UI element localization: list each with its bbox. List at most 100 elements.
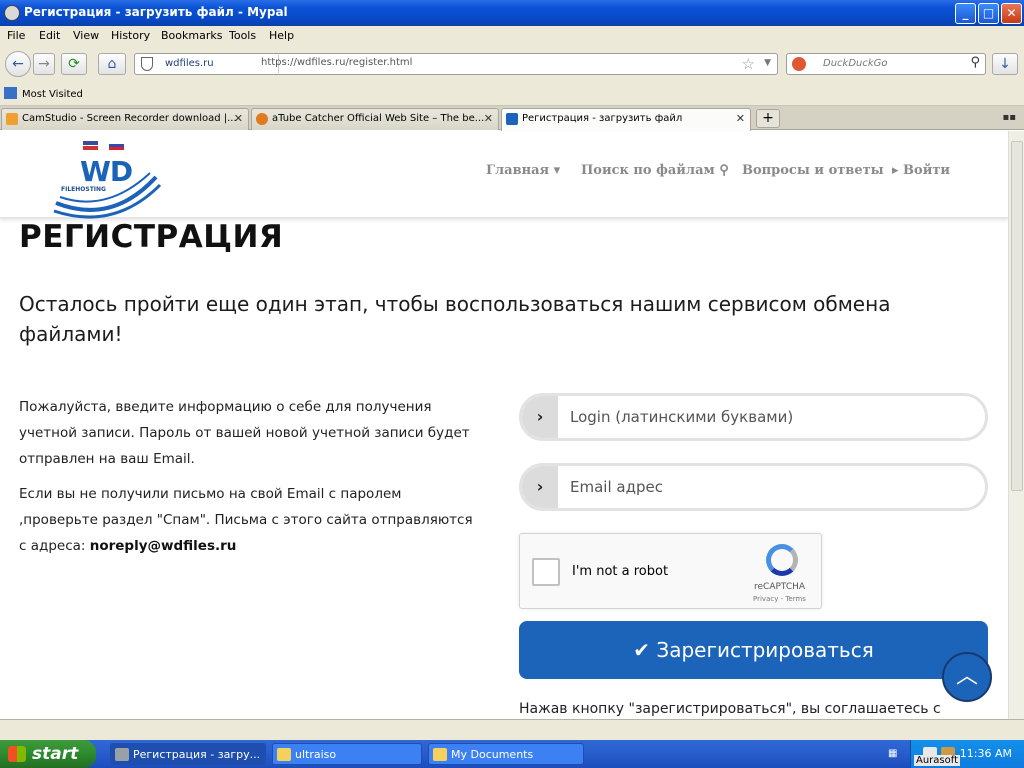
recaptcha-checkbox[interactable] xyxy=(532,558,560,586)
noreply-email: noreply@wdfiles.ru xyxy=(89,538,237,554)
menu-bookmarks[interactable]: Bookmarks xyxy=(161,29,222,42)
bookmarks-toolbar: Most Visited xyxy=(0,82,1024,106)
forward-button[interactable]: → xyxy=(33,53,55,75)
start-button[interactable]: start xyxy=(0,740,96,768)
start-label: start xyxy=(32,744,79,764)
recaptcha-brand: reCAPTCHA xyxy=(754,582,806,592)
scroll-to-top-button[interactable]: ︿ xyxy=(942,652,992,702)
chevron-right-icon: › xyxy=(522,396,558,438)
new-tab-button[interactable]: + xyxy=(756,109,780,128)
menu-file[interactable]: File xyxy=(7,29,25,42)
site-header: WD FILEHOSTING Главная ▾ Поиск по файлам… xyxy=(0,131,1008,219)
reload-button[interactable]: ⟳ xyxy=(61,53,87,75)
logo-subtext: FILEHOSTING xyxy=(61,186,106,193)
status-bar xyxy=(0,719,1024,740)
url-bar[interactable]: wdfiles.ru https://wdfiles.ru/register.h… xyxy=(134,53,778,75)
menu-help[interactable]: Help xyxy=(269,29,294,42)
flag-english-icon[interactable] xyxy=(83,141,98,150)
scrollbar-thumb[interactable] xyxy=(1011,141,1023,491)
page-subtitle: Осталось пройти еще один этап, чтобы вос… xyxy=(19,292,891,346)
tab-close-icon[interactable]: ✕ xyxy=(484,109,493,129)
clock[interactable]: 11:36 AM xyxy=(960,747,1012,760)
download-button[interactable]: ↓ xyxy=(992,53,1018,75)
recaptcha-label: I'm not a robot xyxy=(572,564,669,579)
tab-close-icon[interactable]: ✕ xyxy=(234,109,243,129)
info-spam-text: Если вы не получили письмо на свой Email… xyxy=(19,486,473,554)
url-dropdown-icon[interactable]: ▼ xyxy=(764,58,771,68)
bookmark-most-visited[interactable]: Most Visited xyxy=(4,87,83,100)
maximize-button[interactable]: □ xyxy=(978,3,999,24)
vertical-scrollbar[interactable] xyxy=(1008,131,1024,719)
task-label: ultraiso xyxy=(295,748,337,761)
navigation-toolbar: ← → ⟳ ⌂ wdfiles.ru https://wdfiles.ru/re… xyxy=(0,46,1024,82)
tab-atube-catcher[interactable]: aTube Catcher Official Web Site – The be… xyxy=(251,108,499,130)
agreement-text: Нажав кнопку "зарегистрироваться", вы со… xyxy=(519,701,941,717)
menu-view[interactable]: View xyxy=(73,29,99,42)
page-content: WD FILEHOSTING Главная ▾ Поиск по файлам… xyxy=(0,131,1008,719)
tab-strip: CamStudio - Screen Recorder download |..… xyxy=(0,106,1024,131)
email-field[interactable]: › Email адрес xyxy=(519,463,988,511)
login-input[interactable]: Login (латинскими буквами) xyxy=(570,408,793,426)
taskbar: start Регистрация - загру... ultraiso My… xyxy=(0,740,1024,768)
recaptcha-logo-icon xyxy=(766,544,798,576)
windows-logo-icon xyxy=(8,746,26,762)
desktop-label: Aurasoft xyxy=(914,755,961,766)
register-button[interactable]: ✔ Зарегистрироваться xyxy=(519,621,988,679)
folder-icon xyxy=(433,748,447,761)
info-text-account: Пожалуйста, введите информацию о себе дл… xyxy=(19,399,470,467)
window-title: Регистрация - загрузить файл - Mypal xyxy=(24,5,288,19)
info-text-spam: Если вы не получили письмо на свой Email… xyxy=(19,481,479,559)
url-text[interactable]: https://wdfiles.ru/register.html xyxy=(261,57,412,68)
camstudio-favicon-icon xyxy=(6,113,18,125)
title-bar[interactable]: Регистрация - загрузить файл - Mypal _ □… xyxy=(0,0,1024,26)
close-button[interactable]: ✕ xyxy=(1001,3,1022,24)
logo-text: WD xyxy=(80,155,133,188)
tab-label: aTube Catcher Official Web Site – The be… xyxy=(272,113,485,124)
minimize-button[interactable]: _ xyxy=(955,3,976,24)
recaptcha-terms-link[interactable]: Privacy - Terms xyxy=(753,595,806,603)
menu-tools[interactable]: Tools xyxy=(229,29,256,42)
wdfiles-favicon-icon xyxy=(506,113,518,125)
tab-list-icon[interactable]: ▪▪ xyxy=(1002,112,1016,123)
nav-faq[interactable]: Вопросы и ответы xyxy=(742,163,884,178)
bookmark-label: Most Visited xyxy=(22,89,83,100)
tab-close-icon[interactable]: ✕ xyxy=(736,109,745,129)
menu-bar: File Edit View History Bookmarks Tools H… xyxy=(0,26,1024,46)
taskbar-item-my-documents[interactable]: My Documents xyxy=(428,743,584,765)
keyboard-icon[interactable]: ▦ xyxy=(888,748,900,760)
mypal-taskbar-icon xyxy=(115,748,129,761)
folder-icon xyxy=(4,87,17,99)
tab-camstudio[interactable]: CamStudio - Screen Recorder download |..… xyxy=(1,108,249,130)
tab-registration[interactable]: Регистрация - загрузить файл ✕ xyxy=(501,108,751,131)
nav-home[interactable]: Главная ▾ xyxy=(486,163,560,178)
back-button[interactable]: ← xyxy=(5,51,31,77)
menu-edit[interactable]: Edit xyxy=(39,29,60,42)
mypal-app-icon xyxy=(4,5,20,21)
browser-window: Регистрация - загрузить файл - Mypal _ □… xyxy=(0,0,1024,740)
taskbar-item-browser[interactable]: Регистрация - загру... xyxy=(110,743,266,765)
recaptcha-widget: I'm not a robot reCAPTCHA Privacy - Term… xyxy=(519,533,822,609)
folder-icon xyxy=(277,748,291,761)
search-input[interactable]: DuckDuckGo xyxy=(823,58,888,69)
flag-russian-icon[interactable] xyxy=(109,141,124,150)
nav-file-search[interactable]: Поиск по файлам ⚲ xyxy=(581,163,729,178)
task-label: Регистрация - загру... xyxy=(133,748,261,761)
atube-favicon-icon xyxy=(256,113,268,125)
email-input[interactable]: Email адрес xyxy=(570,478,663,496)
search-icon[interactable]: ⚲ xyxy=(970,55,980,70)
tab-label: CamStudio - Screen Recorder download |..… xyxy=(22,113,237,124)
nav-login[interactable]: ▸ Войти xyxy=(892,163,950,178)
task-label: My Documents xyxy=(451,748,534,761)
home-button[interactable]: ⌂ xyxy=(98,53,126,75)
tab-label: Регистрация - загрузить файл xyxy=(522,113,683,124)
shield-icon[interactable] xyxy=(141,57,153,71)
duckduckgo-icon[interactable] xyxy=(792,57,806,71)
bookmark-star-icon[interactable]: ☆ xyxy=(742,55,755,73)
site-logo[interactable]: WD FILEHOSTING xyxy=(52,155,162,219)
chevron-right-icon: › xyxy=(522,466,558,508)
page-title: РЕГИСТРАЦИЯ xyxy=(19,219,284,255)
login-field[interactable]: › Login (латинскими буквами) xyxy=(519,393,988,441)
taskbar-item-ultraiso[interactable]: ultraiso xyxy=(272,743,422,765)
menu-history[interactable]: History xyxy=(111,29,150,42)
search-bar[interactable]: DuckDuckGo ⚲ xyxy=(786,53,986,75)
